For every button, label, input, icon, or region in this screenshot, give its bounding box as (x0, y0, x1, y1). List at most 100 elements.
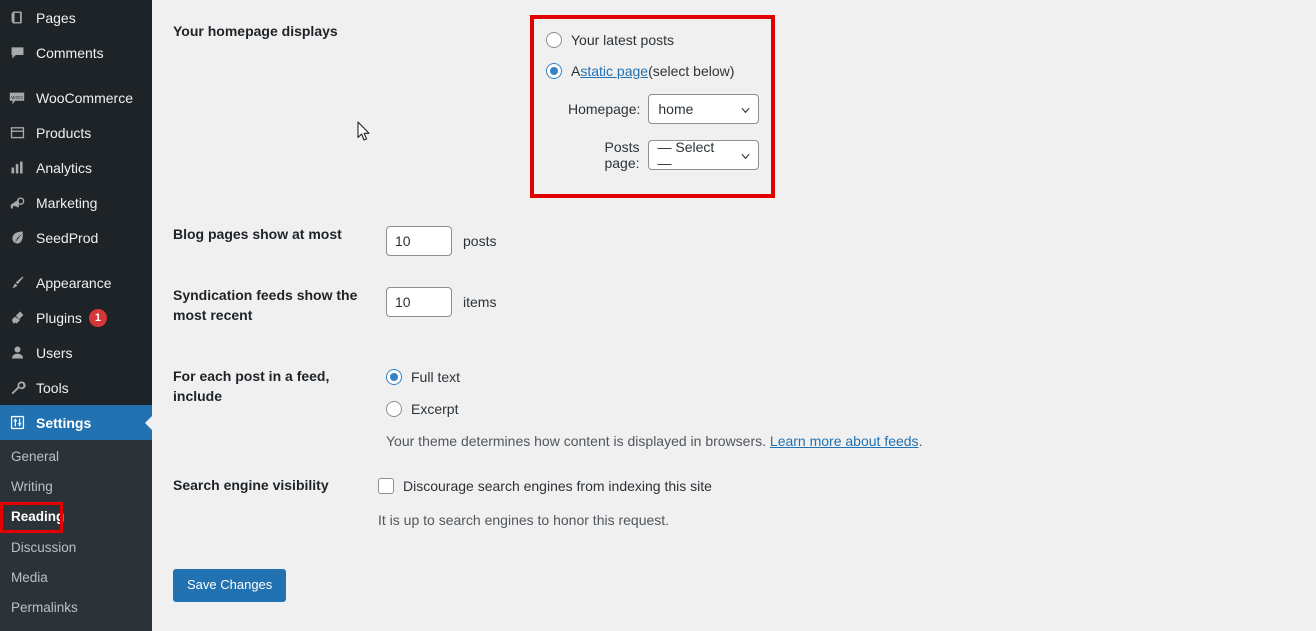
discourage-search-label: Discourage search engines from indexing … (403, 478, 712, 494)
sidebar-item-tools[interactable]: Tools (0, 370, 152, 405)
homepage-select-row: Homepage: home (546, 94, 759, 124)
sidebar-item-label: WooCommerce (36, 89, 133, 106)
blog-pages-input[interactable] (386, 226, 452, 256)
option-static-page-prefix: A (571, 63, 581, 79)
homepage-select-value: home (658, 101, 694, 117)
appearance-icon (7, 273, 27, 293)
woocommerce-icon: WOO (7, 88, 27, 108)
syndication-feeds-input[interactable] (386, 287, 452, 317)
label-feed-include: For each post in a feed, include (173, 368, 330, 404)
option-static-page-suffix: (select below) (648, 63, 735, 79)
radio-latest-posts[interactable] (546, 32, 562, 48)
row-blog-pages: Blog pages show at most posts (152, 213, 1316, 273)
sidebar-item-comments[interactable]: Comments (0, 35, 152, 70)
settings-icon (7, 413, 27, 433)
label-search-visibility: Search engine visibility (173, 477, 329, 493)
radio-full-text[interactable] (386, 369, 402, 385)
sidebar-item-label: Comments (36, 44, 104, 61)
option-full-text-label: Full text (411, 369, 461, 385)
option-latest-posts-row[interactable]: Your latest posts (546, 29, 759, 51)
sidebar-item-label: Settings (36, 414, 92, 431)
sidebar-item-label: SeedProd (36, 229, 99, 246)
seedprod-icon (7, 228, 27, 248)
feed-description-text: Your theme determines how content is dis… (386, 433, 770, 449)
homepage-select[interactable]: home (648, 94, 759, 124)
radio-excerpt[interactable] (386, 401, 402, 417)
sidebar-subitem-reading[interactable]: Reading (0, 502, 64, 533)
products-icon (7, 123, 27, 143)
sidebar-item-products[interactable]: Products (0, 115, 152, 150)
homepage-select-label: Homepage: (568, 101, 641, 117)
feed-include-description: Your theme determines how content is dis… (386, 433, 1306, 449)
option-excerpt-label: Excerpt (411, 401, 459, 417)
row-syndication-feeds: Syndication feeds show the most recent i… (152, 273, 1316, 348)
reading-settings-content: Your homepage displays Your latest posts… (152, 0, 1316, 603)
comments-icon (7, 43, 27, 63)
sidebar-subitem-writing[interactable]: Writing (0, 472, 152, 502)
admin-sidebar: Pages Comments WOO WooCommerce Products … (0, 0, 153, 631)
blog-pages-unit: posts (463, 233, 497, 249)
sidebar-item-label: Plugins (36, 309, 82, 326)
feed-description-suffix: . (918, 433, 923, 449)
posts-page-select-label: Posts page: (604, 139, 640, 171)
sidebar-item-plugins[interactable]: Plugins 1 (0, 300, 152, 335)
sidebar-item-appearance[interactable]: Appearance (0, 265, 152, 300)
posts-page-select[interactable]: — Select — (647, 139, 759, 171)
marketing-icon (7, 193, 27, 213)
pages-icon (7, 8, 27, 28)
chevron-down-icon (741, 153, 750, 160)
plugins-update-badge: 1 (88, 308, 107, 327)
sidebar-item-label: Pages (36, 9, 76, 26)
sidebar-subitem-general[interactable]: General (0, 442, 152, 472)
sidebar-item-label: Analytics (36, 159, 93, 176)
sidebar-item-settings[interactable]: Settings (0, 405, 153, 440)
discourage-search-row[interactable]: Discourage search engines from indexing … (378, 475, 1306, 497)
sidebar-item-label: Products (36, 124, 92, 141)
field-blog-pages: posts (372, 213, 1316, 271)
sidebar-item-analytics[interactable]: Analytics (0, 150, 152, 185)
static-page-link[interactable]: static page (580, 63, 648, 79)
sidebar-item-woocommerce[interactable]: WOO WooCommerce (0, 80, 152, 115)
sidebar-item-label: Marketing (36, 194, 98, 211)
option-latest-posts-label: Your latest posts (571, 32, 674, 48)
sidebar-item-label: Users (36, 344, 73, 361)
sidebar-item-label: Appearance (36, 274, 112, 291)
row-homepage-displays: Your homepage displays Your latest posts… (152, 0, 1316, 213)
sidebar-subitem-permalinks[interactable]: Permalinks (0, 593, 152, 623)
homepage-displays-fieldset: Your latest posts A static page (select … (534, 19, 771, 194)
tools-icon (7, 378, 27, 398)
submit-row: Save Changes (152, 553, 1316, 603)
search-visibility-description: It is up to search engines to honor this… (378, 512, 670, 528)
analytics-icon (7, 158, 27, 178)
users-icon (7, 343, 27, 363)
label-syndication-feeds: Syndication feeds show the most recent (173, 287, 358, 323)
row-search-visibility: Search engine visibility Discourage sear… (152, 458, 1316, 553)
option-full-text-row[interactable]: Full text (386, 366, 1306, 388)
option-excerpt-row[interactable]: Excerpt (386, 398, 1306, 420)
sidebar-item-seedprod[interactable]: SeedProd (0, 220, 152, 255)
sidebar-item-pages[interactable]: Pages (0, 0, 152, 35)
syndication-feeds-unit: items (463, 294, 497, 310)
posts-page-select-row: Posts page: — Select — (546, 139, 759, 171)
save-changes-button[interactable]: Save Changes (173, 569, 287, 603)
menu-separator (0, 255, 152, 265)
menu-separator (0, 70, 152, 80)
field-search-visibility: Discourage search engines from indexing … (372, 458, 1316, 543)
sidebar-item-users[interactable]: Users (0, 335, 152, 370)
learn-more-feeds-link[interactable]: Learn more about feeds (770, 433, 919, 449)
radio-static-page[interactable] (546, 63, 562, 79)
homepage-displays-highlight-box: Your latest posts A static page (select … (530, 15, 775, 198)
sidebar-item-label: Tools (36, 379, 69, 396)
chevron-down-icon (741, 107, 750, 114)
sidebar-item-marketing[interactable]: Marketing (0, 185, 152, 220)
label-blog-pages: Blog pages show at most (173, 226, 342, 242)
row-feed-include: For each post in a feed, include Full te… (152, 348, 1316, 458)
option-static-page-row[interactable]: A static page (select below) (546, 60, 759, 82)
sidebar-subitem-discussion[interactable]: Discussion (0, 533, 152, 563)
sidebar-subitem-media[interactable]: Media (0, 563, 152, 593)
svg-text:WOO: WOO (11, 94, 23, 99)
field-syndication-feeds: items (377, 273, 1316, 332)
settings-submenu: General Writing Reading Discussion Media… (0, 440, 152, 631)
discourage-search-checkbox[interactable] (378, 478, 394, 494)
field-feed-include: Full text Excerpt Your theme determines … (380, 348, 1316, 464)
